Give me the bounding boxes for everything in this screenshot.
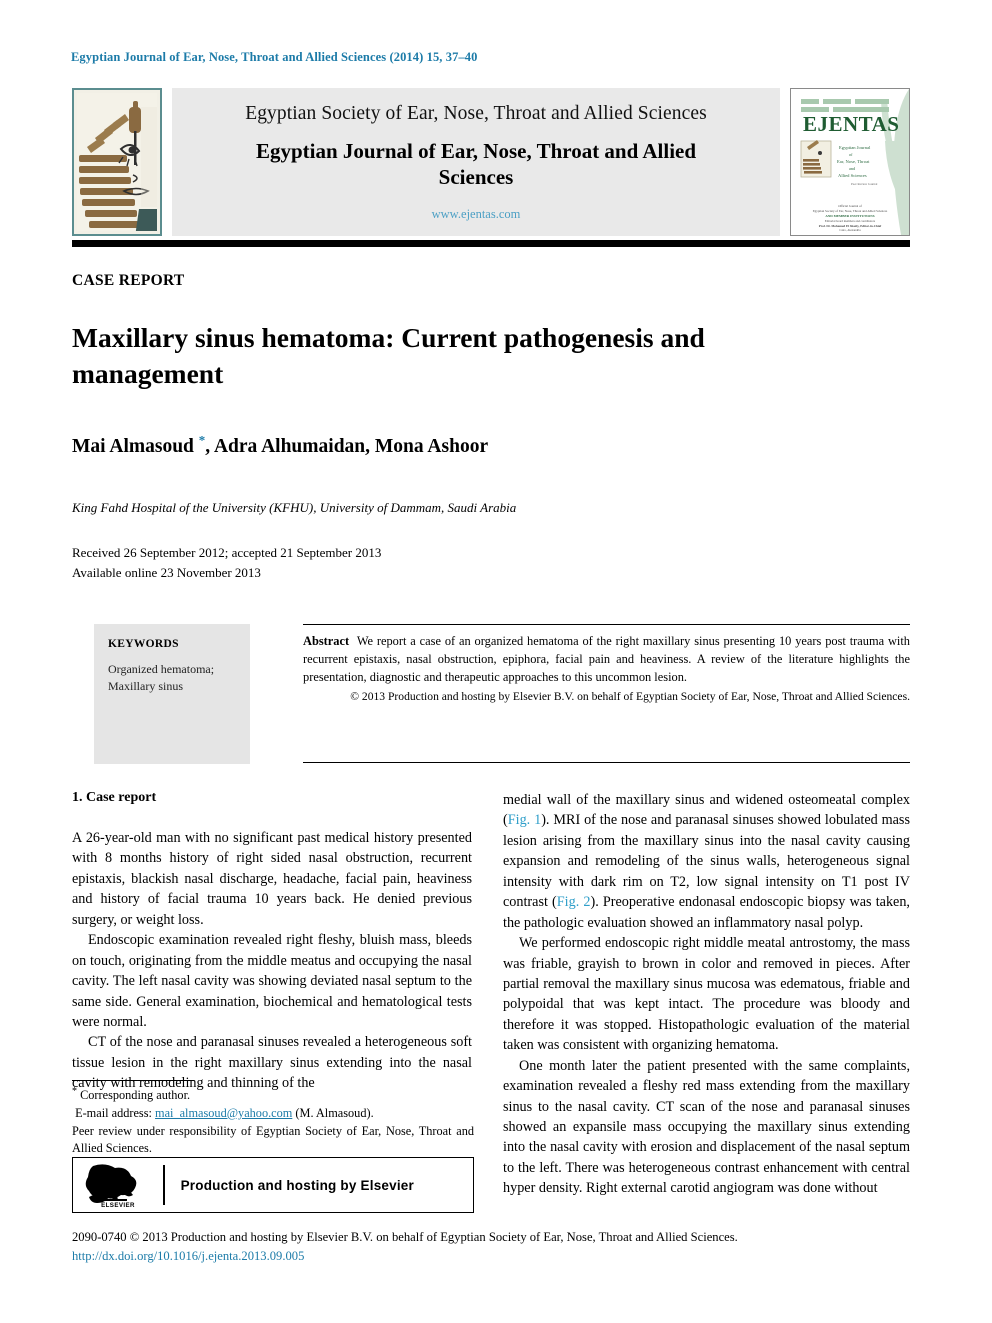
figure-2-link[interactable]: Fig. 2 bbox=[557, 894, 591, 910]
figure-1-link[interactable]: Fig. 1 bbox=[508, 812, 541, 828]
abstract-copyright: © 2013 Production and hosting by Elsevie… bbox=[350, 690, 910, 704]
article-type-label: CASE REPORT bbox=[72, 272, 185, 289]
ejentas-cover-logo: EJENTAS Egyptian Journal of Ear, Nose, T… bbox=[790, 88, 910, 236]
masthead-divider-rule bbox=[72, 240, 910, 247]
svg-text:Allied Sciences: Allied Sciences bbox=[838, 173, 867, 178]
keywords-box: KEYWORDS Organized hematoma; Maxillary s… bbox=[94, 624, 250, 764]
article-history: Received 26 September 2012; accepted 21 … bbox=[72, 543, 672, 583]
svg-text:and: and bbox=[849, 166, 856, 171]
abstract-content: We report a case of an organized hematom… bbox=[303, 634, 910, 685]
abstract-block: Abstract We report a case of an organize… bbox=[303, 632, 910, 706]
sphinx-logo-icon bbox=[72, 88, 162, 236]
section-heading-case-report: 1. Case report bbox=[72, 790, 157, 805]
ejentas-cover-illustration-icon: EJENTAS Egyptian Journal of Ear, Nose, T… bbox=[791, 89, 909, 235]
paragraph: Endoscopic examination revealed right fl… bbox=[72, 932, 472, 1030]
svg-text:Official Journal of: Official Journal of bbox=[838, 204, 862, 208]
keyword-item: Maxillary sinus bbox=[108, 679, 183, 694]
email-note: E-mail address: mai_almasoud@yahoo.com (… bbox=[72, 1105, 474, 1123]
corresponding-marker-icon: * bbox=[198, 432, 206, 447]
abstract-label: Abstract bbox=[303, 634, 350, 648]
elsevier-wordmark: ELSEVIER bbox=[101, 1202, 135, 1207]
footnote-block: * Corresponding author. E-mail address: … bbox=[72, 1085, 474, 1158]
author-names: Mai Almasoud *, Adra Alhumaidan, Mona As… bbox=[72, 432, 489, 457]
svg-text:Editorial board members and co: Editorial board members and contributors bbox=[825, 219, 876, 223]
paragraph: We performed endoscopic right middle mea… bbox=[503, 935, 910, 1054]
elsevier-production-badge: ELSEVIER Production and hosting by Elsev… bbox=[72, 1157, 474, 1213]
journal-banner: Egyptian Society of Ear, Nose, Throat an… bbox=[172, 88, 780, 236]
footnote-divider-rule bbox=[72, 1080, 194, 1081]
keyword-item: Organized hematoma; bbox=[108, 662, 215, 676]
abstract-rule-top bbox=[303, 624, 910, 625]
email-suffix: (M. Almasoud). bbox=[295, 1105, 374, 1120]
running-head: Egyptian Journal of Ear, Nose, Throat an… bbox=[71, 50, 478, 64]
keywords-list: Organized hematoma; Maxillary sinus bbox=[108, 661, 236, 696]
keywords-heading: KEYWORDS bbox=[108, 638, 179, 650]
svg-text:of: of bbox=[849, 152, 853, 157]
svg-text:Peer Review Journal: Peer Review Journal bbox=[851, 182, 877, 186]
journal-title: Egyptian Journal of Ear, Nose, Throat an… bbox=[255, 139, 697, 189]
elsevier-badge-text: Production and hosting by Elsevier bbox=[180, 1177, 414, 1193]
masthead: Egyptian Society of Ear, Nose, Throat an… bbox=[72, 88, 910, 236]
badge-divider bbox=[163, 1165, 165, 1205]
sphinx-illustration-icon bbox=[77, 93, 157, 231]
doi-link[interactable]: http://dx.doi.org/10.1016/j.ejenta.2013.… bbox=[72, 1247, 922, 1266]
asterisk-icon: * bbox=[72, 1086, 77, 1097]
paragraph-with-figure-refs: medial wall of the maxillary sinus and w… bbox=[503, 790, 910, 933]
author-list: Mai Almasoud *, Adra Alhumaidan, Mona As… bbox=[72, 432, 872, 458]
affiliation: King Fahd Hospital of the University (KF… bbox=[72, 500, 517, 515]
peer-review-note: Peer review under responsibility of Egyp… bbox=[72, 1123, 474, 1156]
paragraph: One month later the patient presented wi… bbox=[503, 1057, 910, 1197]
email-label: E-mail address: bbox=[75, 1105, 152, 1120]
page-title: Maxillary sinus hematoma: Current pathog… bbox=[72, 322, 705, 390]
svg-text:EJENTAS: EJENTAS bbox=[803, 112, 899, 136]
corresponding-author-note: * Corresponding author. bbox=[72, 1085, 474, 1105]
abstract-rule-bottom bbox=[303, 762, 910, 763]
colophon: 2090-0740 © 2013 Production and hosting … bbox=[72, 1228, 922, 1266]
journal-page: Egyptian Journal of Ear, Nose, Throat an… bbox=[0, 0, 992, 1323]
svg-text:AND MEMBER INSTITUTIONS: AND MEMBER INSTITUTIONS bbox=[825, 214, 874, 218]
body-column-right: medial wall of the maxillary sinus and w… bbox=[503, 790, 910, 1199]
corresponding-author-text: Corresponding author. bbox=[80, 1088, 191, 1103]
elsevier-tree-logo-icon: ELSEVIER bbox=[81, 1163, 155, 1209]
svg-text:Egyptian Journal: Egyptian Journal bbox=[839, 145, 871, 150]
body-column-left: 1. Case report A 26-year-old man with no… bbox=[72, 790, 472, 1094]
society-name: Egyptian Society of Ear, Nose, Throat an… bbox=[245, 103, 707, 124]
journal-url-link[interactable]: www.ejentas.com bbox=[432, 207, 521, 222]
abstract-text: Abstract We report a case of an organize… bbox=[303, 632, 910, 686]
received-line: Received 26 September 2012; accepted 21 … bbox=[72, 545, 382, 560]
issn-copyright-line: 2090-0740 © 2013 Production and hosting … bbox=[72, 1230, 738, 1244]
available-online-line: Available online 23 November 2013 bbox=[72, 565, 261, 581]
email-link[interactable]: mai_almasoud@yahoo.com bbox=[155, 1106, 292, 1120]
paragraph: A 26-year-old man with no significant pa… bbox=[72, 830, 472, 928]
